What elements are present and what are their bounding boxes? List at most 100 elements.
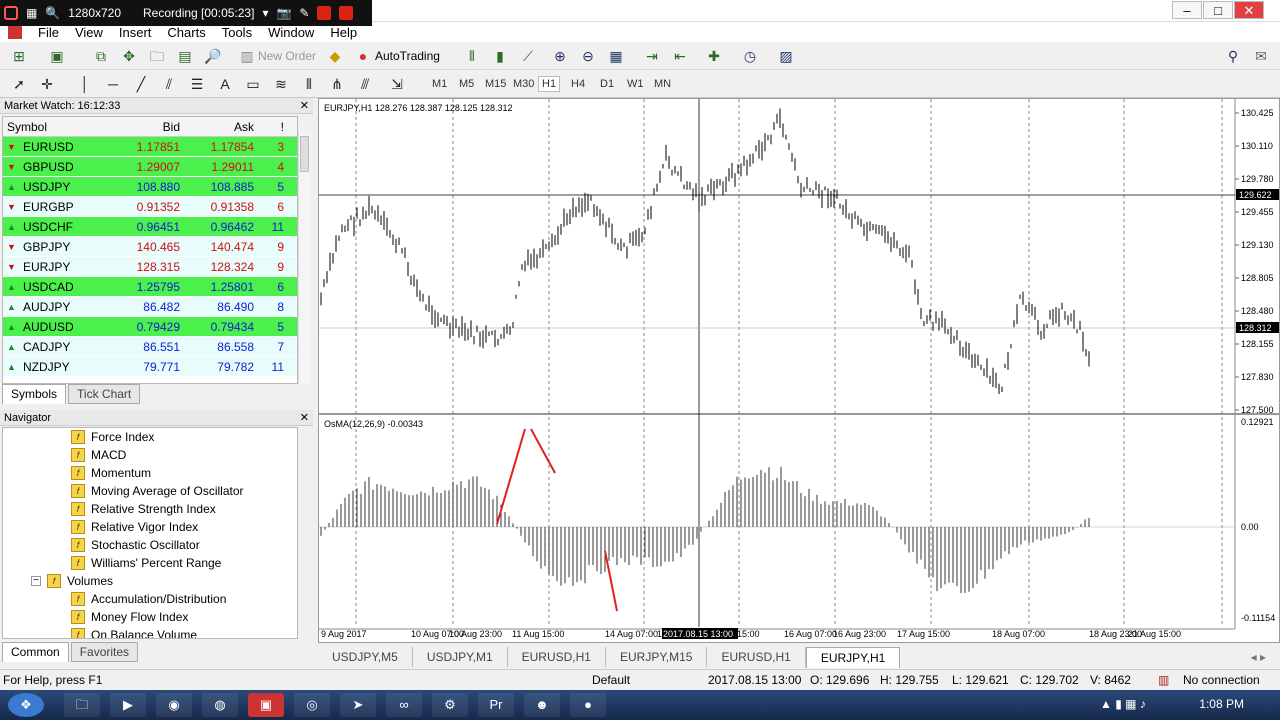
tray-icons[interactable]: ▲ ▮ ▦ ♪ bbox=[1100, 697, 1146, 711]
chart-shift-icon[interactable]: ⇥ bbox=[643, 47, 661, 65]
navigator-item[interactable]: f Force Index bbox=[3, 428, 297, 446]
data-window-icon[interactable]: ✥ bbox=[120, 47, 138, 65]
chart-tab[interactable]: EURJPY,H1 bbox=[805, 646, 901, 668]
menu-charts[interactable]: Charts bbox=[167, 25, 205, 40]
column-header-symbol[interactable]: Symbol bbox=[3, 117, 113, 137]
table-row[interactable]: ▲ AUDUSD 0.79429 0.79434 5 bbox=[3, 317, 297, 337]
new-chart-icon[interactable]: ⊞ bbox=[10, 47, 28, 65]
line-chart-icon[interactable]: ⟋ bbox=[519, 47, 537, 65]
timeframe-w1[interactable]: W1 bbox=[627, 78, 644, 90]
cycle-lines-icon[interactable]: ⦀ bbox=[300, 75, 318, 93]
camera-icon[interactable]: 📷 bbox=[276, 6, 291, 20]
timeframe-m15[interactable]: M15 bbox=[485, 78, 506, 90]
navigator-item[interactable]: f Williams' Percent Range bbox=[3, 554, 297, 572]
bar-chart-icon[interactable]: ⫴ bbox=[463, 47, 481, 65]
explorer-icon[interactable]: 🗀 bbox=[64, 693, 100, 717]
indicators-icon[interactable]: ✚ bbox=[705, 47, 723, 65]
search-icon[interactable]: 🔍 bbox=[45, 6, 60, 20]
menu-file[interactable]: File bbox=[38, 25, 59, 40]
column-header-ask[interactable]: Ask bbox=[183, 117, 257, 137]
equidistant-channel-icon[interactable]: ⫽ bbox=[160, 75, 178, 93]
terminal-icon[interactable]: ▤ bbox=[176, 47, 194, 65]
menu-view[interactable]: View bbox=[75, 25, 103, 40]
market-watch-icon[interactable]: ⧉ bbox=[92, 47, 110, 65]
arrows-icon[interactable]: ⇲ bbox=[388, 75, 406, 93]
periods-icon[interactable]: ◷ bbox=[741, 47, 759, 65]
tab-tick-chart[interactable]: Tick Chart bbox=[68, 384, 141, 404]
app-icon-3[interactable]: ∞ bbox=[386, 693, 422, 717]
new-order-icon[interactable]: ▥ bbox=[238, 47, 256, 65]
table-row[interactable]: ▲ CADJPY 86.551 86.558 7 bbox=[3, 337, 297, 357]
trendline-icon[interactable]: ╱ bbox=[132, 75, 150, 93]
candlestick-icon[interactable]: ▮ bbox=[491, 47, 509, 65]
menu-insert[interactable]: Insert bbox=[119, 25, 152, 40]
timeframe-m5[interactable]: M5 bbox=[459, 78, 474, 90]
chart-tab[interactable]: EURJPY,M15 bbox=[606, 647, 708, 667]
vertical-line-icon[interactable]: │ bbox=[76, 75, 94, 93]
gann-icon[interactable]: ≋ bbox=[272, 75, 290, 93]
column-header-bid[interactable]: Bid bbox=[113, 117, 183, 137]
navigator-item[interactable]: f Relative Vigor Index bbox=[3, 518, 297, 536]
steam-icon[interactable]: ⚙ bbox=[432, 693, 468, 717]
chart-tab[interactable]: EURUSD,H1 bbox=[707, 647, 806, 667]
horizontal-line-icon[interactable]: ─ bbox=[104, 75, 122, 93]
menu-help[interactable]: Help bbox=[330, 25, 357, 40]
stop-icon[interactable] bbox=[339, 6, 354, 20]
navigator-item[interactable]: f On Balance Volume bbox=[3, 626, 297, 638]
table-row[interactable]: ▲ USDCHF 0.96451 0.96462 11 bbox=[3, 217, 297, 237]
close-icon[interactable]: ✕ bbox=[300, 98, 309, 114]
timeframe-m1[interactable]: M1 bbox=[432, 78, 447, 90]
navigator-icon[interactable]: 🗀 bbox=[148, 47, 166, 65]
collapse-icon[interactable]: − bbox=[31, 576, 41, 586]
metatrader-icon[interactable]: ▣ bbox=[248, 693, 284, 717]
templates-icon[interactable]: ▨ bbox=[777, 47, 795, 65]
chat-icon[interactable]: ✉ bbox=[1252, 47, 1270, 65]
table-row[interactable]: ▼ EURGBP 0.91352 0.91358 6 bbox=[3, 197, 297, 217]
table-row[interactable]: ▲ AUDJPY 86.482 86.490 8 bbox=[3, 297, 297, 317]
pen-icon[interactable]: ✎ bbox=[299, 6, 309, 20]
tab-scroll-arrows[interactable]: ◂ ▸ bbox=[1251, 650, 1266, 664]
navigator-item[interactable]: f Relative Strength Index bbox=[3, 500, 297, 518]
cursor-icon[interactable]: ➚ bbox=[10, 75, 28, 93]
telegram-icon[interactable]: ➤ bbox=[340, 693, 376, 717]
navigator-item[interactable]: f MACD bbox=[3, 446, 297, 464]
table-row[interactable]: ▲ USDCAD 1.25795 1.25801 6 bbox=[3, 277, 297, 297]
tab-favorites[interactable]: Favorites bbox=[70, 642, 139, 662]
maximize-button[interactable]: □ bbox=[1203, 1, 1233, 19]
strategy-tester-icon[interactable]: 🔎 bbox=[204, 47, 222, 65]
table-row[interactable]: ▼ GBPJPY 140.465 140.474 9 bbox=[3, 237, 297, 257]
navigator-item[interactable]: f Moving Average of Oscillator bbox=[3, 482, 297, 500]
search-icon[interactable]: ⚲ bbox=[1224, 47, 1242, 65]
navigator-item[interactable]: − f Volumes bbox=[3, 572, 297, 590]
navigator-item[interactable]: f Money Flow Index bbox=[3, 608, 297, 626]
recorder-taskbar-icon[interactable]: ● bbox=[570, 693, 606, 717]
browser-icon[interactable]: ◍ bbox=[202, 693, 238, 717]
close-button[interactable]: ✕ bbox=[1234, 1, 1264, 19]
label-icon[interactable]: ▭ bbox=[244, 75, 262, 93]
price-chart-svg[interactable]: 130.425 130.110 129.780 129.455 129.130 128.8… bbox=[319, 99, 1279, 642]
navigator-item[interactable]: f Momentum bbox=[3, 464, 297, 482]
app-icon-4[interactable]: ☻ bbox=[524, 693, 560, 717]
table-row[interactable]: ▲ USDJPY 108.880 108.885 5 bbox=[3, 177, 297, 197]
chrome-icon[interactable]: ◉ bbox=[156, 693, 192, 717]
premiere-icon[interactable]: Pr bbox=[478, 693, 514, 717]
timeframe-h4[interactable]: H4 bbox=[571, 78, 585, 90]
timeframe-mn[interactable]: MN bbox=[654, 78, 671, 90]
pause-icon[interactable] bbox=[317, 6, 332, 20]
navigator-item[interactable]: f Accumulation/Distribution bbox=[3, 590, 297, 608]
timeframe-d1[interactable]: D1 bbox=[600, 78, 614, 90]
table-row[interactable]: ▲ NZDJPY 79.771 79.782 11 bbox=[3, 357, 297, 377]
chart-tab[interactable]: USDJPY,M1 bbox=[413, 647, 508, 667]
fibo-fan-icon[interactable]: ⫻ bbox=[356, 75, 374, 93]
timeframe-h1[interactable]: H1 bbox=[538, 76, 561, 92]
fibonacci-icon[interactable]: ☰ bbox=[188, 75, 206, 93]
visual-studio-icon[interactable]: ▶ bbox=[110, 693, 146, 717]
timeframe-m30[interactable]: M30 bbox=[513, 78, 534, 90]
table-row[interactable]: ▼ EURJPY 128.315 128.324 9 bbox=[3, 257, 297, 277]
autotrading-button[interactable]: AutoTrading bbox=[375, 49, 440, 63]
app-icon-2[interactable]: ◎ bbox=[294, 693, 330, 717]
zoom-in-icon[interactable]: ⊕ bbox=[551, 47, 569, 65]
zoom-out-icon[interactable]: ⊖ bbox=[579, 47, 597, 65]
column-header-spread[interactable]: ! bbox=[257, 117, 287, 137]
chart-window[interactable]: 130.425 130.110 129.780 129.455 129.130 128.8… bbox=[318, 98, 1280, 643]
